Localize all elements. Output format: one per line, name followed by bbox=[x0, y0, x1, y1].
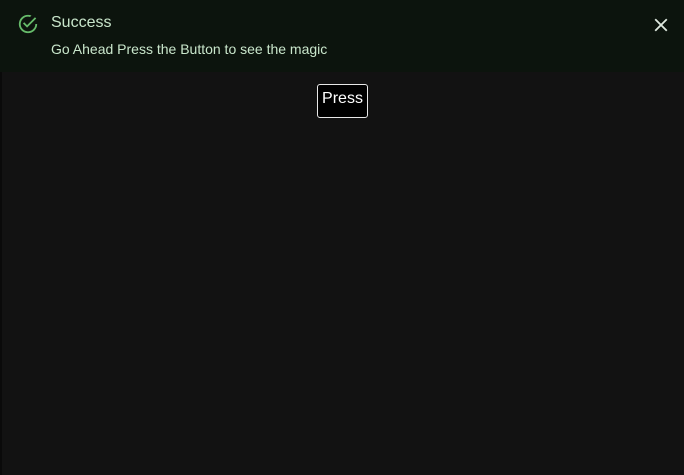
check-circle-icon bbox=[17, 13, 39, 35]
press-button[interactable]: Press bbox=[317, 84, 368, 118]
alert-title: Success bbox=[51, 14, 112, 31]
left-edge-border bbox=[0, 72, 2, 475]
success-alert: Success Go Ahead Press the Button to see… bbox=[0, 0, 684, 72]
close-icon[interactable] bbox=[650, 14, 672, 36]
alert-message: Go Ahead Press the Button to see the mag… bbox=[51, 41, 328, 57]
page: Success Go Ahead Press the Button to see… bbox=[0, 0, 684, 475]
